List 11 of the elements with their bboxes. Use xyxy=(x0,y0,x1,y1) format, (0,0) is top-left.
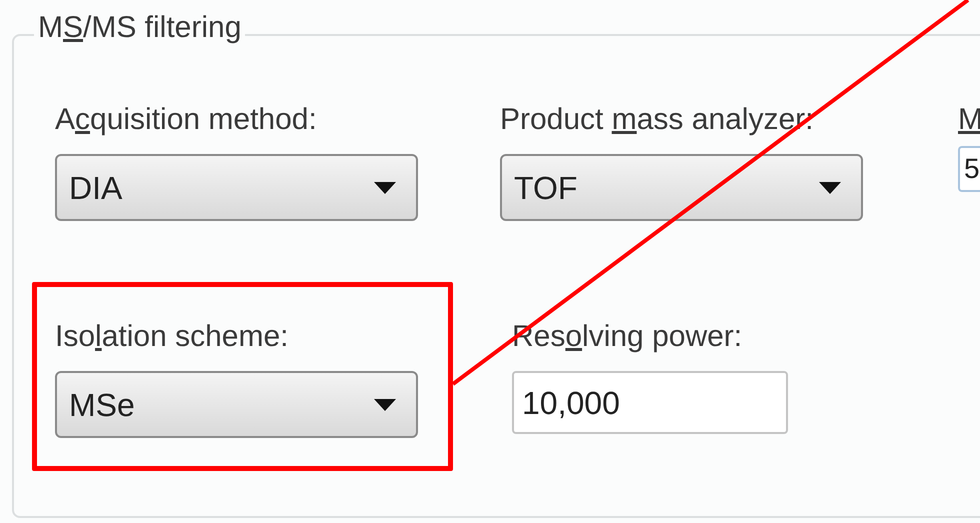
dropdown[interactable]: DIA xyxy=(55,154,418,221)
caret-icon xyxy=(819,182,841,194)
text-field[interactable]: 10,000 xyxy=(512,371,788,434)
caret-icon xyxy=(374,398,396,410)
text-field[interactable]: 5 xyxy=(958,146,980,192)
caret-icon xyxy=(374,182,396,194)
dropdown[interactable]: MSe xyxy=(55,371,418,438)
field-label: Isolation scheme: xyxy=(55,319,290,355)
group-title: MS/MS filtering xyxy=(38,10,242,46)
dropdown[interactable]: TOF xyxy=(500,154,863,221)
field-label: Acquisition method: xyxy=(55,102,318,138)
